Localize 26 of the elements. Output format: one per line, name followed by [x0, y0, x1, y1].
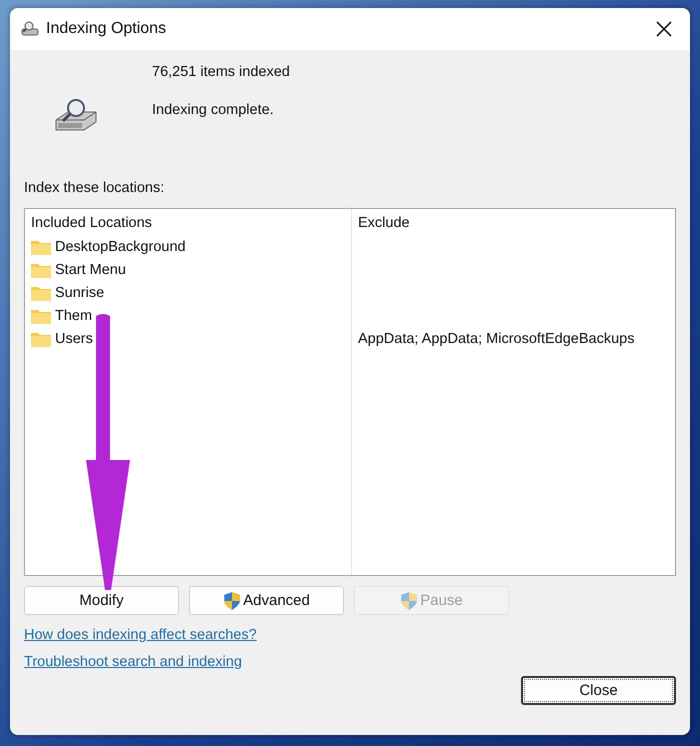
- location-name[interactable]: Users: [55, 330, 93, 346]
- location-name[interactable]: Start Menu: [55, 262, 126, 278]
- column-header[interactable]: Included Locations: [31, 213, 152, 235]
- folder-icon: [31, 330, 51, 346]
- folder-icon: [31, 308, 51, 324]
- help-link[interactable]: Troubleshoot search and indexing: [24, 654, 242, 670]
- folder-icon: [31, 262, 51, 278]
- status-text: Indexing complete.: [152, 102, 275, 118]
- exclude-text: AppData; AppData; MicrosoftEdgeBackups: [358, 330, 634, 346]
- location-name[interactable]: Them: [55, 308, 92, 324]
- location-name[interactable]: Sunrise: [55, 284, 104, 300]
- folder-icon: [31, 284, 51, 300]
- dialog-button[interactable]: Advanced: [189, 586, 344, 615]
- close-icon[interactable]: [656, 21, 672, 37]
- shield-icon: [223, 590, 242, 610]
- close-button[interactable]: Close: [521, 676, 676, 705]
- window-title: Indexing Options: [46, 20, 168, 38]
- section-label: Index these locations:: [24, 180, 166, 196]
- shield-icon: [400, 590, 418, 610]
- column-header[interactable]: Exclude: [358, 213, 410, 235]
- location-name[interactable]: DesktopBackground: [55, 238, 186, 254]
- items-count: 76,251 items indexed: [152, 64, 290, 80]
- folder-icon: [31, 238, 51, 254]
- drive-magnifier-icon: [20, 20, 40, 38]
- dialog-button[interactable]: Modify: [24, 586, 179, 615]
- help-link[interactable]: How does indexing affect searches?: [24, 627, 257, 643]
